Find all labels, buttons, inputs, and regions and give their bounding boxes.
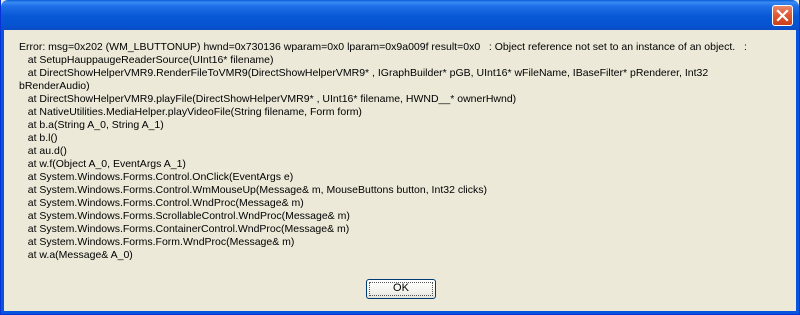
ok-button[interactable]: OK [366,279,436,299]
stack-trace-line: at SetupHauppaugeReaderSource(UInt16* fi… [19,54,274,66]
title-bar[interactable] [1,0,799,30]
stack-trace-line: at DirectShowHelperVMR9.RenderFileToVMR9… [19,67,709,79]
ok-button-label: OK [393,282,409,294]
close-x-icon [776,9,789,22]
stack-trace-line: at NativeUtilities.MediaHelper.playVideo… [19,106,362,118]
error-message-line: Error: msg=0x202 (WM_LBUTTONUP) hwnd=0x7… [19,41,747,53]
stack-trace-line: at w.a(Message& A_0) [19,249,133,261]
stack-trace-line: at w.f(Object A_0, EventArgs A_1) [19,158,186,170]
stack-trace-line: at System.Windows.Forms.Control.OnClick(… [19,171,294,183]
window-border-right [796,30,799,314]
window-border-bottom [1,311,799,314]
stack-trace-line: at au.d() [19,145,67,157]
close-button[interactable] [772,5,793,26]
error-message: Error: msg=0x202 (WM_LBUTTONUP) hwnd=0x7… [19,41,794,262]
stack-trace-line: at b.l() [19,132,58,144]
stack-trace-line: at System.Windows.Forms.Control.WndProc(… [19,197,304,209]
stack-trace-line: at System.Windows.Forms.ContainerControl… [19,223,350,235]
stack-trace-line: at System.Windows.Forms.ScrollableContro… [19,210,350,222]
stack-trace-line: at System.Windows.Forms.Form.WndProc(Mes… [19,236,295,248]
stack-trace-line: bRenderAudio) [19,80,90,92]
error-dialog: Error: msg=0x202 (WM_LBUTTONUP) hwnd=0x7… [0,0,800,315]
window-border-left [1,30,4,314]
stack-trace-line: at b.a(String A_0, String A_1) [19,119,164,131]
stack-trace-line: at DirectShowHelperVMR9.playFile(DirectS… [19,93,517,105]
stack-trace-line: at System.Windows.Forms.Control.WmMouseU… [19,184,487,196]
